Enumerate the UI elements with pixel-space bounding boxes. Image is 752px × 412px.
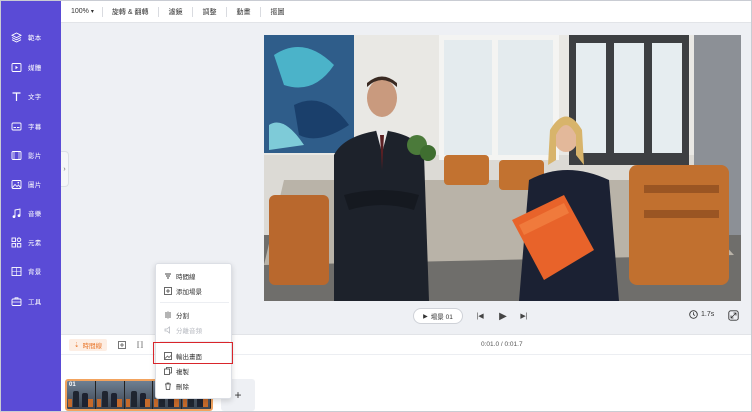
- sidebar-collapse-toggle[interactable]: ›: [61, 151, 69, 187]
- video-icon: [10, 149, 22, 161]
- media-icon: [10, 61, 22, 73]
- split-tool[interactable]: ⟦⟧: [135, 340, 145, 350]
- split-icon: ⟦⟧: [136, 342, 144, 349]
- sidebar-item-tools[interactable]: 工具: [1, 290, 61, 312]
- menu-item-detach-audio: 分離音頻: [156, 324, 233, 336]
- elements-icon: [10, 236, 22, 248]
- sidebar-item-images[interactable]: 圖片: [1, 173, 61, 195]
- trash-icon: [164, 382, 172, 390]
- sidebar-item-background[interactable]: 背景: [1, 260, 61, 282]
- skip-back-icon: |◀: [476, 313, 484, 320]
- split-icon: [164, 311, 172, 319]
- sidebar-item-label: 影片: [28, 153, 42, 160]
- menu-item-label: 時間線: [176, 274, 196, 281]
- timeline-toggle[interactable]: ⇣ 時間線: [69, 339, 107, 351]
- clip-number: 01: [69, 382, 76, 388]
- image-icon: [10, 178, 22, 190]
- menu-item-label: 分割: [176, 313, 189, 320]
- toolbar-animation[interactable]: 動畫: [226, 1, 260, 23]
- sidebar-item-label: 字幕: [28, 124, 42, 131]
- sidebar-item-label: 圖片: [28, 182, 42, 189]
- text-icon: [10, 90, 22, 102]
- background-icon: [10, 265, 22, 277]
- clock-icon: [689, 310, 698, 319]
- menu-item-label: 添加場景: [176, 289, 202, 296]
- time-readout: 0:01.0 / 0:01.7: [481, 341, 523, 348]
- editor-window: 範本 媒體 文字 字幕 影片 圖片 音樂 元素 背景 工具 › 100% ▾ 旋…: [0, 0, 752, 412]
- menu-item-add-scene[interactable]: 添加場景: [156, 285, 233, 297]
- scene-play-button[interactable]: ▶ 場景 01: [413, 308, 463, 324]
- highlight-box: [153, 342, 233, 364]
- sidebar-item-label: 文字: [28, 94, 42, 101]
- duration-display[interactable]: 1.7s: [689, 310, 714, 319]
- template-icon: [10, 31, 22, 43]
- plus-icon: +: [234, 388, 242, 402]
- sidebar-item-label: 工具: [28, 299, 42, 306]
- toolbar-adjust[interactable]: 調整: [192, 1, 226, 23]
- clip-thumbnail: [95, 381, 125, 409]
- zoom-value: 100%: [71, 8, 89, 15]
- sidebar-item-elements[interactable]: 元素: [1, 231, 61, 253]
- sidebar-item-label: 背景: [28, 269, 42, 276]
- sidebar-item-label: 音樂: [28, 211, 42, 218]
- timeline-icon: ⇣: [74, 342, 80, 349]
- sidebar-item-music[interactable]: 音樂: [1, 202, 61, 224]
- zoom-dropdown[interactable]: 100% ▾: [61, 1, 102, 23]
- play-button[interactable]: ▶: [497, 310, 509, 322]
- music-icon: [10, 207, 22, 219]
- clip-thumbnail: [124, 381, 154, 409]
- menu-item-label: 刪除: [176, 384, 189, 391]
- skip-forward-icon: ▶|: [520, 313, 528, 320]
- sidebar-item-text[interactable]: 文字: [1, 85, 61, 107]
- canvas-preview[interactable]: [264, 35, 741, 301]
- tools-icon: [10, 295, 22, 307]
- sidebar: 範本 媒體 文字 字幕 影片 圖片 音樂 元素 背景 工具: [1, 1, 61, 411]
- play-icon: ▶: [499, 310, 507, 322]
- top-toolbar: 100% ▾ 旋轉 & 翻轉 濾鏡 調整 動畫 摳圖: [61, 1, 751, 23]
- toolbar-rotate-flip[interactable]: 旋轉 & 翻轉: [101, 1, 159, 23]
- sidebar-item-media[interactable]: 媒體: [1, 56, 61, 78]
- menu-divider: [160, 302, 229, 303]
- context-menu: 時間線 添加場景 分割 分離音頻 輸出畫面 複製 刪除: [155, 263, 232, 399]
- add-box-icon: [118, 341, 126, 349]
- skip-back-button[interactable]: |◀: [475, 311, 485, 321]
- chevron-down-icon: ▾: [90, 9, 94, 15]
- add-scene-tool[interactable]: [117, 340, 127, 350]
- sidebar-item-label: 元素: [28, 240, 42, 247]
- fit-screen-button[interactable]: [728, 310, 739, 321]
- scene-label: 場景 01: [430, 314, 453, 321]
- menu-item-timeline[interactable]: 時間線: [156, 270, 233, 282]
- menu-item-label: 分離音頻: [176, 328, 202, 335]
- sidebar-item-label: 媒體: [28, 65, 42, 72]
- menu-item-delete[interactable]: 刪除: [156, 380, 233, 392]
- sidebar-item-video[interactable]: 影片: [1, 144, 61, 166]
- expand-icon: [728, 310, 739, 321]
- menu-item-duplicate[interactable]: 複製: [156, 365, 233, 377]
- office-scene-image: [264, 35, 741, 301]
- timeline-badge-label: 時間線: [82, 343, 102, 350]
- sidebar-item-subtitles[interactable]: 字幕: [1, 115, 61, 137]
- duplicate-icon: [164, 367, 172, 375]
- skip-forward-button[interactable]: ▶|: [519, 311, 529, 321]
- menu-item-label: 複製: [176, 369, 189, 376]
- toolbar-cutout[interactable]: 摳圖: [260, 1, 294, 23]
- chevron-right-icon: ›: [63, 165, 66, 173]
- sidebar-item-label: 範本: [28, 35, 42, 42]
- toolbar-filter[interactable]: 濾鏡: [158, 1, 192, 23]
- menu-item-split[interactable]: 分割: [156, 309, 233, 321]
- add-scene-icon: [164, 287, 172, 295]
- duration-value: 1.7s: [701, 311, 715, 318]
- play-icon: ▶: [423, 313, 428, 320]
- detach-audio-icon: [164, 326, 172, 334]
- subtitle-icon: [10, 120, 22, 132]
- sidebar-item-templates[interactable]: 範本: [1, 26, 61, 48]
- timeline-icon: [164, 272, 172, 280]
